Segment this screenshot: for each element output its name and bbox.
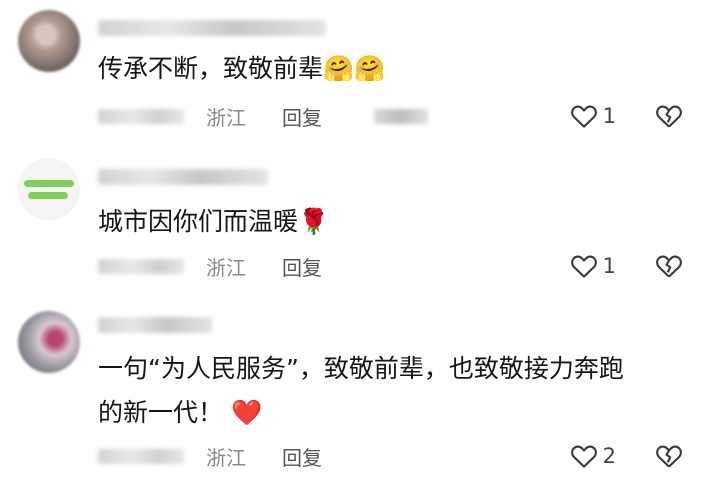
broken-heart-icon <box>656 255 682 278</box>
reply-button[interactable]: 回复 <box>282 252 322 281</box>
reply-button[interactable]: 回复 <box>282 102 322 131</box>
username-blurred[interactable] <box>98 317 212 333</box>
avatar[interactable] <box>18 10 80 72</box>
red-heart-emoji: ❤️ <box>231 398 263 427</box>
comment-meta: 浙江 回复 <box>98 441 374 471</box>
reply-button[interactable]: 回复 <box>282 442 322 471</box>
heart-outline-icon <box>570 105 597 128</box>
rose-emoji: 🌹 <box>298 207 330 236</box>
comment-text: 传承不断，致敬前辈🤗🤗 <box>98 54 386 83</box>
like-count: 1 <box>602 254 616 278</box>
dislike-button[interactable] <box>654 101 684 131</box>
comment-meta: 浙江 回复 <box>98 101 428 131</box>
username-blurred[interactable] <box>98 20 326 36</box>
username-blurred[interactable] <box>98 169 268 185</box>
like-button[interactable]: 2 <box>569 441 616 471</box>
avatar-bar <box>28 192 68 199</box>
broken-heart-icon <box>656 445 682 468</box>
dislike-button[interactable] <box>654 441 684 471</box>
dislike-button[interactable] <box>654 251 684 281</box>
extra-blurred <box>374 108 428 124</box>
comment-text: 城市因你们而温暖🌹 <box>98 207 330 236</box>
timestamp-blurred <box>98 108 184 124</box>
like-count: 2 <box>602 444 616 468</box>
location-label: 浙江 <box>206 105 246 130</box>
comment-meta: 浙江 回复 <box>98 251 374 281</box>
avatar-bar <box>24 180 74 187</box>
like-count: 1 <box>602 104 616 128</box>
comment-text-line2: 的新一代！ ❤️ <box>98 398 263 427</box>
like-button[interactable]: 1 <box>569 101 616 131</box>
comment-item: 传承不断，致敬前辈🤗🤗 浙江 回复 1 <box>0 0 704 150</box>
location-label: 浙江 <box>206 445 246 470</box>
comment-item: 一句“为人民服务”，致敬前辈，也致敬接力奔跑 的新一代！ ❤️ 浙江 回复 2 <box>0 295 704 489</box>
like-button[interactable]: 1 <box>569 251 616 281</box>
timestamp-blurred <box>98 258 184 274</box>
comment-item: 城市因你们而温暖🌹 浙江 回复 1 <box>0 150 704 295</box>
heart-outline-icon <box>570 255 597 278</box>
comment-text: 一句“为人民服务”，致敬前辈，也致敬接力奔跑 <box>98 354 624 383</box>
location-label: 浙江 <box>206 255 246 280</box>
heart-outline-icon <box>570 445 597 468</box>
avatar[interactable] <box>18 158 80 220</box>
timestamp-blurred <box>98 448 184 464</box>
broken-heart-icon <box>656 105 682 128</box>
hug-emoji: 🤗🤗 <box>323 54 386 83</box>
avatar[interactable] <box>18 311 80 373</box>
